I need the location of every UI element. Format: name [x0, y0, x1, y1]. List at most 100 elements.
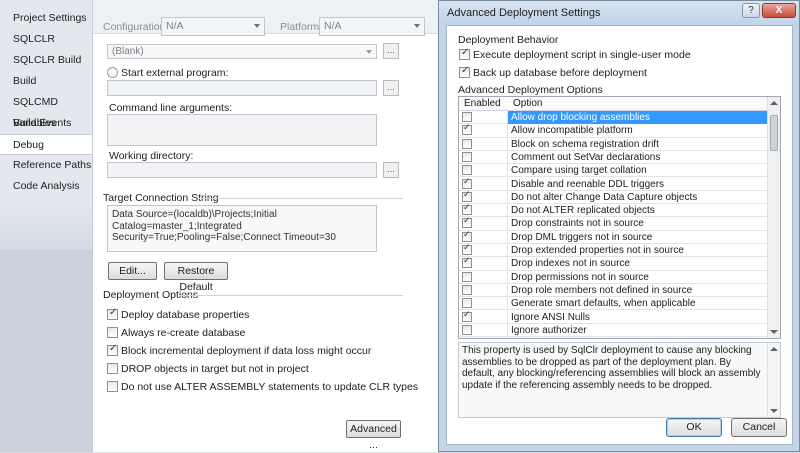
ok-button[interactable]: OK: [666, 418, 722, 437]
nav-item-project-settings[interactable]: Project Settings: [0, 8, 92, 29]
start-external-program-radio[interactable]: [107, 67, 118, 78]
drop-objects-not-in-project-checkbox[interactable]: [107, 363, 118, 374]
always-recreate-database-checkbox[interactable]: [107, 327, 118, 338]
nav-item-sqlclr[interactable]: SQLCLR: [0, 29, 92, 50]
table-row[interactable]: Allow drop blocking assemblies: [459, 111, 768, 125]
cell-divider: [507, 111, 508, 124]
help-button[interactable]: ?: [742, 3, 760, 18]
nav-item-sqlclr-build[interactable]: SQLCLR Build: [0, 50, 92, 71]
configuration-bar: Configuration: N/A Platform: N/A: [93, 0, 453, 36]
option-label: Comment out SetVar declarations: [511, 151, 661, 163]
option-label: Allow incompatible platform: [511, 125, 633, 137]
column-header-enabled[interactable]: Enabled: [464, 98, 501, 109]
table-row[interactable]: Do not ALTER replicated objects: [459, 203, 768, 218]
external-program-browse-button[interactable]: ...: [383, 80, 399, 96]
option-enabled-checkbox[interactable]: [462, 284, 472, 295]
option-enabled-checkbox[interactable]: [462, 177, 472, 189]
connection-string-box[interactable]: Data Source=(localdb)\Projects;Initial C…: [107, 205, 377, 252]
table-row[interactable]: Ignore ANSI Nulls: [459, 310, 768, 324]
column-header-option[interactable]: Option: [513, 98, 542, 109]
table-row[interactable]: Drop role members not defined in source: [459, 283, 768, 298]
platform-select[interactable]: N/A: [319, 17, 425, 36]
table-row[interactable]: Allow incompatible platform: [459, 123, 768, 138]
option-enabled-checkbox[interactable]: [462, 190, 472, 202]
nav-item-code-analysis[interactable]: Code Analysis: [0, 176, 92, 197]
nav-item-sqlcmd-variables[interactable]: SQLCMD Variables: [0, 92, 92, 129]
scroll-down-icon[interactable]: [770, 409, 778, 413]
grid-scrollbar[interactable]: [767, 97, 780, 338]
no-alter-assembly-checkbox[interactable]: [107, 381, 118, 392]
option-enabled-checkbox[interactable]: [462, 324, 472, 335]
option-enabled-checkbox[interactable]: [462, 138, 472, 149]
section-divider: [179, 295, 403, 296]
table-row[interactable]: Disable and reenable DDL triggers: [459, 177, 768, 191]
nav-item-debug[interactable]: Debug: [0, 134, 94, 155]
scroll-down-icon[interactable]: [770, 330, 778, 334]
close-button[interactable]: X: [762, 3, 796, 18]
backup-database-label: Back up database before deployment: [473, 67, 647, 79]
table-row[interactable]: Generate smart defaults, when applicable: [459, 297, 768, 311]
option-label: Drop indexes not in source: [511, 258, 630, 270]
backup-database-checkbox[interactable]: [459, 65, 470, 78]
cell-divider: [507, 204, 508, 218]
deploy-database-properties-checkbox[interactable]: [107, 307, 118, 320]
table-row[interactable]: Ignore authorizer: [459, 323, 768, 338]
description-scrollbar[interactable]: [767, 343, 780, 417]
working-directory-label: Working directory:: [109, 150, 194, 162]
working-directory-browse-button[interactable]: ...: [383, 162, 399, 178]
start-action-value: (Blank): [112, 46, 144, 57]
configuration-select[interactable]: N/A: [161, 17, 265, 36]
table-row[interactable]: Comment out SetVar declarations: [459, 150, 768, 165]
table-row[interactable]: Compare using target collation: [459, 164, 768, 178]
restore-default-button[interactable]: Restore Default: [164, 262, 228, 293]
scroll-up-icon[interactable]: [770, 347, 778, 351]
advanced-options-grid[interactable]: Enabled Option Allow drop blocking assem…: [458, 96, 781, 339]
advanced-button[interactable]: Advanced ...: [346, 420, 401, 451]
option-enabled-checkbox[interactable]: [462, 310, 472, 322]
nav-item-build[interactable]: Build: [0, 71, 92, 92]
single-user-mode-checkbox[interactable]: [459, 47, 470, 60]
start-action-combo[interactable]: (Blank): [107, 44, 377, 59]
start-action-browse-button[interactable]: ...: [383, 43, 399, 59]
option-label: Do not alter Change Data Capture objects: [511, 191, 698, 203]
edit-connection-button[interactable]: Edit...: [108, 262, 157, 280]
option-enabled-checkbox[interactable]: [462, 271, 472, 282]
option-label: Drop extended properties not in source: [511, 245, 684, 256]
table-row[interactable]: Drop extended properties not in source: [459, 243, 768, 258]
debug-page: Configuration: N/A Platform: N/A (Blank)…: [92, 0, 453, 452]
option-enabled-checkbox[interactable]: [462, 256, 472, 269]
option-label: Drop constraints not in source: [511, 218, 644, 230]
option-label: Block on schema registration drift: [511, 138, 659, 150]
external-program-input[interactable]: [107, 80, 377, 96]
option-enabled-checkbox[interactable]: [462, 243, 472, 255]
option-enabled-checkbox[interactable]: [462, 203, 472, 216]
table-row[interactable]: Drop permissions not in source: [459, 270, 768, 284]
option-enabled-checkbox[interactable]: [462, 123, 472, 136]
option-enabled-checkbox[interactable]: [462, 216, 472, 229]
scroll-thumb[interactable]: [770, 115, 778, 151]
option-enabled-checkbox[interactable]: [462, 151, 472, 162]
cell-divider: [507, 190, 508, 204]
cancel-button[interactable]: Cancel: [731, 418, 787, 437]
command-line-args-input[interactable]: [107, 114, 377, 146]
option-enabled-checkbox[interactable]: [462, 165, 472, 176]
project-nav: Project Settings SQLCLR SQLCLR Build Bui…: [0, 0, 94, 452]
cell-divider: [507, 257, 508, 271]
working-directory-input[interactable]: [107, 162, 377, 178]
option-enabled-checkbox[interactable]: [462, 230, 472, 242]
option-enabled-checkbox[interactable]: [462, 298, 472, 309]
table-row[interactable]: Drop DML triggers not in source: [459, 230, 768, 244]
deployment-option-label: Block incremental deployment if data los…: [121, 345, 372, 357]
nav-item-build-events[interactable]: Build Events: [0, 113, 92, 134]
table-row[interactable]: Block on schema registration drift: [459, 137, 768, 151]
table-row[interactable]: Drop constraints not in source: [459, 216, 768, 231]
table-row[interactable]: Do not alter Change Data Capture objects: [459, 190, 768, 205]
option-enabled-checkbox[interactable]: [462, 112, 472, 122]
dialog-titlebar[interactable]: Advanced Deployment Settings ? X: [439, 1, 799, 25]
option-label: Do not ALTER replicated objects: [511, 205, 655, 217]
deployment-option-label: Do not use ALTER ASSEMBLY statements to …: [121, 381, 419, 393]
scroll-up-icon[interactable]: [770, 101, 778, 105]
nav-item-reference-paths[interactable]: Reference Paths: [0, 155, 92, 176]
table-row[interactable]: Drop indexes not in source: [459, 256, 768, 271]
block-incremental-deployment-checkbox[interactable]: [107, 343, 118, 356]
